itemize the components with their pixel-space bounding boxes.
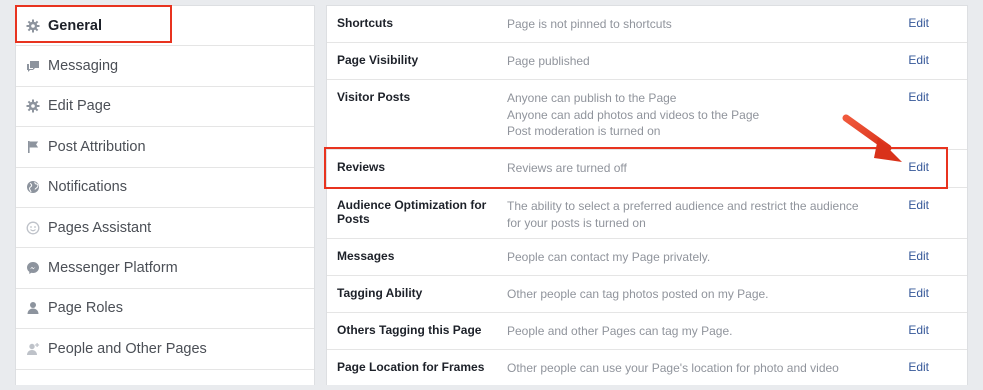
edit-link[interactable]: Edit — [908, 53, 929, 67]
settings-row-audience-optimization: Audience Optimization for Posts The abil… — [327, 188, 967, 239]
settings-row-messages: Messages People can contact my Page priv… — [327, 239, 967, 276]
sidebar-item-messenger-platform[interactable]: Messenger Platform — [16, 248, 314, 289]
sidebar-item-post-attribution[interactable]: Post Attribution — [16, 127, 314, 168]
settings-sidebar: General Messaging Edit Page Post Attribu… — [15, 5, 315, 385]
flag-icon — [26, 140, 40, 154]
sidebar-item-messaging[interactable]: Messaging — [16, 46, 314, 87]
gear-icon — [26, 99, 40, 113]
row-value: Page published — [507, 54, 590, 68]
edit-link[interactable]: Edit — [908, 249, 929, 263]
edit-link[interactable]: Edit — [908, 16, 929, 30]
smiley-icon — [26, 221, 40, 235]
settings-row-tagging-ability: Tagging Ability Other people can tag pho… — [327, 276, 967, 313]
sidebar-item-label: People and Other Pages — [48, 340, 207, 357]
edit-link[interactable]: Edit — [908, 323, 929, 337]
sidebar-item-notifications[interactable]: Notifications — [16, 168, 314, 208]
row-label: Audience Optimization for Posts — [337, 198, 487, 226]
sidebar-item-edit-page[interactable]: Edit Page — [16, 87, 314, 128]
row-value: Anyone can publish to the Page Anyone ca… — [507, 91, 760, 138]
edit-link[interactable]: Edit — [908, 360, 929, 374]
row-value: People can contact my Page privately. — [507, 250, 711, 264]
row-label: Page Location for Frames — [337, 360, 485, 374]
row-value: People and other Pages can tag my Page. — [507, 324, 733, 338]
edit-link[interactable]: Edit — [908, 160, 929, 174]
edit-link[interactable]: Edit — [908, 90, 929, 104]
general-settings-panel: Shortcuts Page is not pinned to shortcut… — [326, 5, 968, 385]
row-label: Shortcuts — [337, 16, 394, 30]
sidebar-item-label: Post Attribution — [48, 138, 146, 155]
edit-link[interactable]: Edit — [908, 286, 929, 300]
row-label: Messages — [337, 249, 395, 263]
sidebar-item-label: Messaging — [48, 58, 119, 75]
row-value: Reviews are turned off — [507, 161, 627, 175]
sidebar-item-people-and-other-pages[interactable]: People and Other Pages — [16, 329, 314, 370]
row-label: Others Tagging this Page — [337, 323, 482, 337]
row-value: Other people can use your Page's locatio… — [507, 361, 839, 375]
row-value: The ability to select a preferred audien… — [507, 199, 859, 230]
settings-row-page-location-frames: Page Location for Frames Other people ca… — [327, 350, 967, 390]
row-label: Reviews — [337, 160, 386, 174]
globe-icon — [26, 180, 40, 194]
person-icon — [26, 301, 40, 315]
row-label: Tagging Ability — [337, 286, 423, 300]
speech-bubbles-icon — [26, 59, 40, 73]
row-label: Visitor Posts — [337, 90, 411, 104]
sidebar-item-label: General — [48, 17, 102, 34]
sidebar-item-pages-assistant[interactable]: Pages Assistant — [16, 208, 314, 249]
sidebar-item-label: Notifications — [48, 179, 127, 196]
sidebar-item-label: Messenger Platform — [48, 260, 178, 277]
sidebar-item-general[interactable]: General — [16, 6, 314, 47]
edit-link[interactable]: Edit — [908, 198, 929, 212]
row-value: Other people can tag photos posted on my… — [507, 287, 769, 301]
settings-row-visitor-posts: Visitor Posts Anyone can publish to the … — [327, 80, 967, 150]
messenger-icon — [26, 261, 40, 275]
settings-row-reviews: Reviews Reviews are turned off Edit — [327, 150, 967, 188]
gear-icon — [26, 19, 40, 33]
row-label: Page Visibility — [337, 53, 419, 67]
sidebar-item-label: Pages Assistant — [48, 219, 152, 236]
settings-row-page-visibility: Page Visibility Page published Edit — [327, 43, 967, 80]
row-value: Page is not pinned to shortcuts — [507, 17, 672, 31]
settings-row-others-tagging: Others Tagging this Page People and othe… — [327, 313, 967, 350]
sidebar-item-label: Page Roles — [48, 300, 123, 317]
settings-row-shortcuts: Shortcuts Page is not pinned to shortcut… — [327, 6, 967, 43]
add-person-icon — [26, 342, 40, 356]
sidebar-item-page-roles[interactable]: Page Roles — [16, 289, 314, 330]
sidebar-item-label: Edit Page — [48, 98, 111, 115]
